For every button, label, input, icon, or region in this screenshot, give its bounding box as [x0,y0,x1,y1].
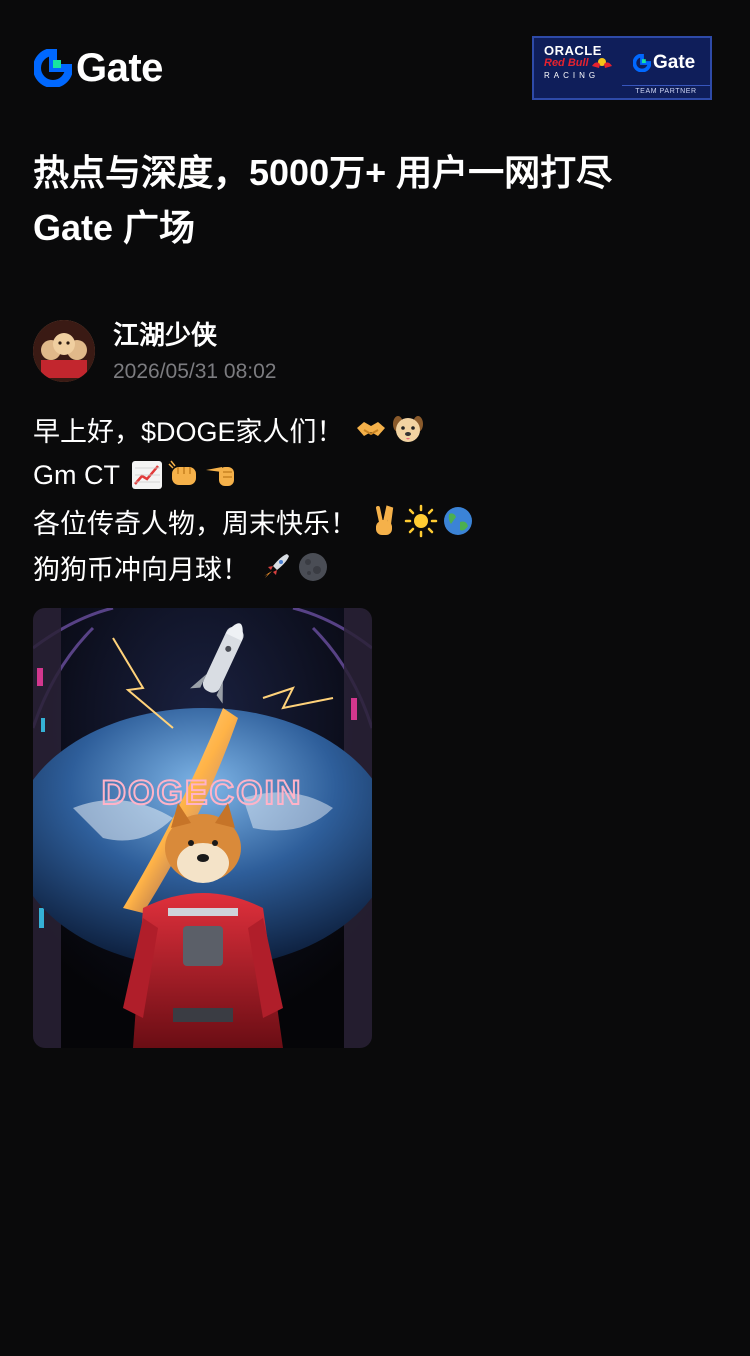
post-line: 各位传奇人物，周末快乐！ [33,498,723,544]
header: Gate ORACLE Red Bull RACING Gate TEAM PA… [0,0,750,110]
partner-footer-text: TEAM PARTNER [622,85,710,99]
handshake-emoji-icon [356,422,385,436]
dogecoin-neon-text: DOGECOIN [101,774,302,812]
post-timestamp: 2026/05/31 08:02 [113,360,277,383]
post-body: 早上好，$DOGE家人们！ Gm CT 各位传奇人物，周末快乐！ 狗狗币冲向月球… [33,406,723,590]
chart-increasing-emoji-icon [132,461,162,489]
globe-emoji-icon [444,507,472,535]
victory-hand-emoji-icon [376,505,394,535]
dogecoin-rocket-artwork: DOGECOIN [33,608,372,1048]
partner-gate-text: Gate [653,52,696,73]
partner-redbull-text: Red Bull [544,57,589,69]
partner-badge: ORACLE Red Bull RACING Gate TEAM PARTNER [532,36,712,100]
post-image[interactable]: DOGECOIN [33,608,372,1048]
sun-emoji-icon [404,504,438,538]
avatar-image [33,320,95,382]
redbull-bull-icon [592,58,612,68]
post-line: Gm CT [33,452,723,498]
post-line-text: 各位传奇人物，周末快乐！ [33,508,357,539]
post-line-text: 早上好，$DOGE家人们！ [33,416,344,447]
page-title: 热点与深度，5000万+ 用户一网打尽 Gate 广场 [33,145,723,255]
moon-emoji-icon [299,553,327,581]
post-line-text: 狗狗币冲向月球！ [33,554,249,585]
gate-mini-logo-icon [633,54,651,72]
partner-racing-text: RACING [544,71,600,80]
post-line: 狗狗币冲向月球！ [33,544,723,590]
author-name[interactable]: 江湖少侠 [113,318,217,352]
partner-gate-logo: Gate [633,52,695,74]
post-line: 早上好，$DOGE家人们！ [33,406,723,452]
rocket-emoji-icon [264,554,289,578]
gate-logo[interactable]: Gate [34,46,163,90]
page-title-line1: 热点与深度，5000万+ 用户一网打尽 [33,152,613,193]
pointing-left-emoji-icon [206,467,234,486]
dog-face-emoji-icon [392,416,423,442]
page-title-line2: Gate 广场 [33,207,196,248]
gate-logo-icon [34,49,72,87]
fist-bump-emoji-icon [168,460,196,485]
avatar[interactable] [33,320,95,382]
logo-text: Gate [76,46,163,90]
post-line-text: Gm CT [33,459,120,490]
